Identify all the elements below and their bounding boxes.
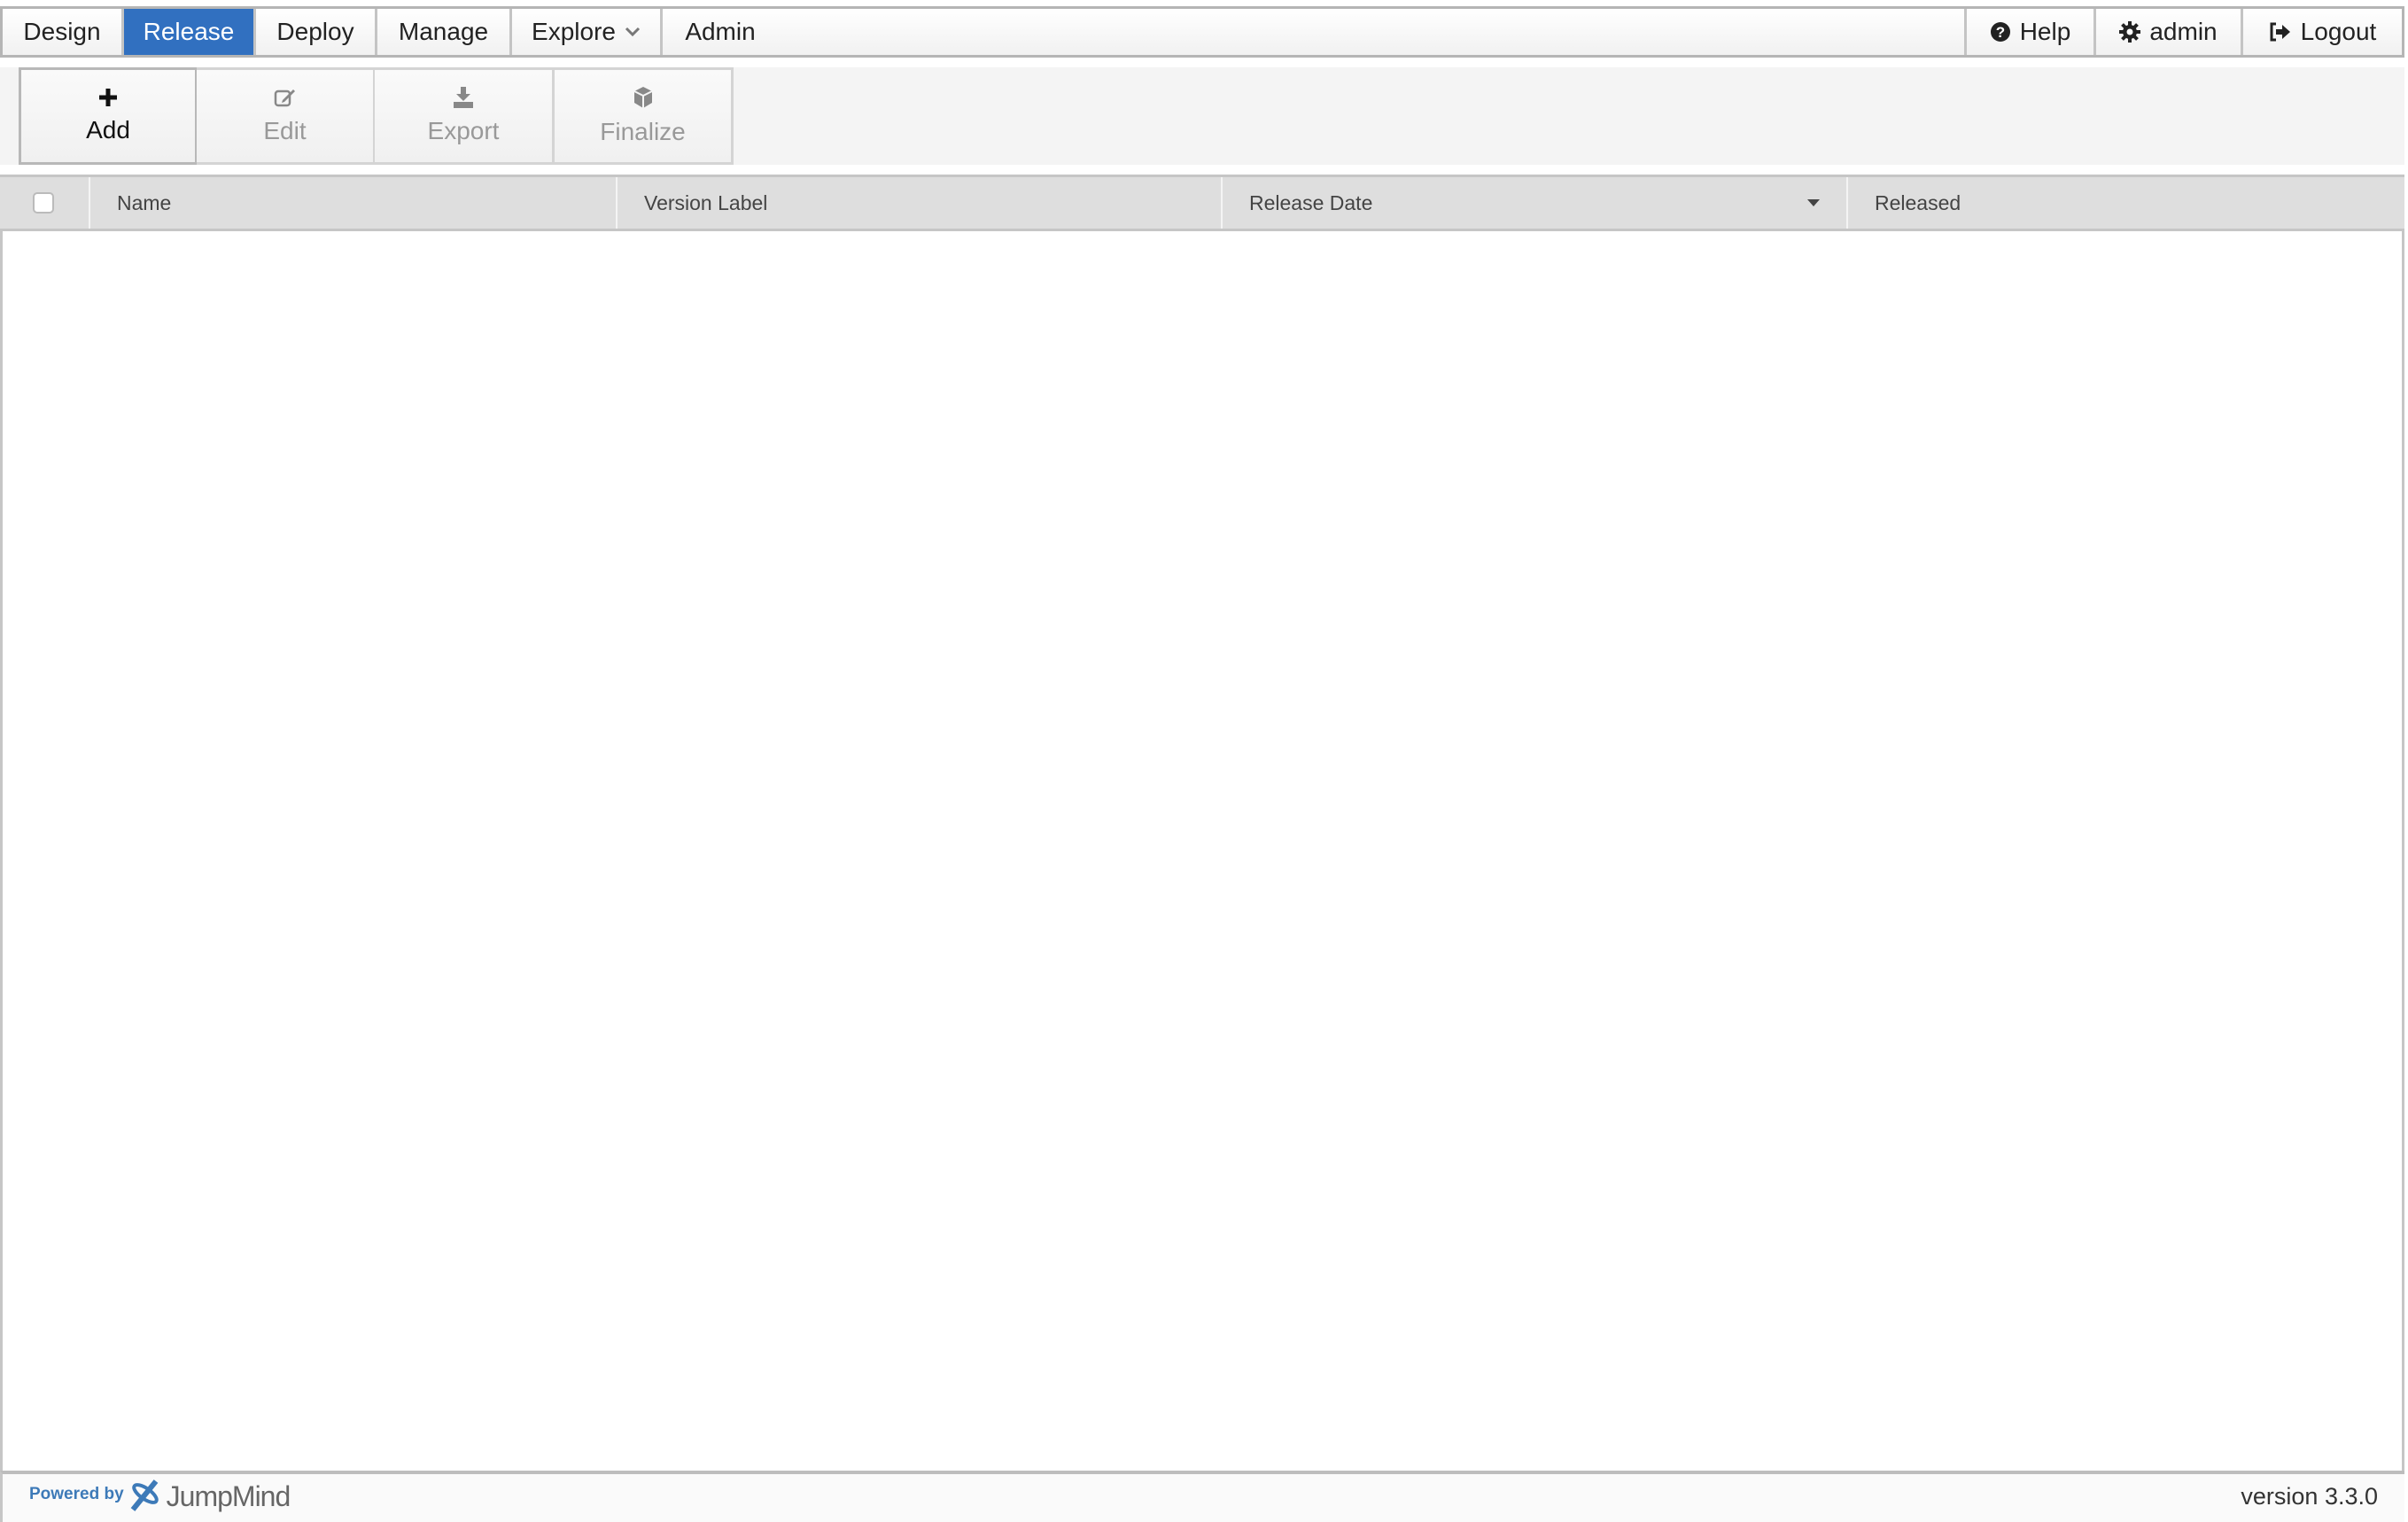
select-all-checkbox-cell [0,177,89,229]
cube-icon [633,87,652,108]
tab-manage[interactable]: Manage [377,9,512,55]
column-name[interactable]: Name [89,177,616,229]
tab-explore[interactable]: Explore [512,9,663,55]
tab-design[interactable]: Design [3,9,124,55]
tab-release[interactable]: Release [124,9,256,55]
jumpmind-logo-icon [130,1479,159,1511]
edit-button[interactable]: Edit [197,67,376,165]
question-circle-icon: ? [1990,22,2010,42]
help-button[interactable]: ? Help [1967,9,2096,55]
plus-icon [99,89,117,106]
tab-deploy[interactable]: Deploy [256,9,377,55]
sign-out-icon [2270,22,2290,42]
download-icon [454,87,473,108]
toolbar: Add Edit Export Finalize [0,67,2404,165]
add-button[interactable]: Add [19,67,198,165]
select-all-checkbox[interactable] [33,192,54,214]
logout-button[interactable]: Logout [2243,9,2402,55]
table-header: Name Version Label Release Date Released [0,175,2404,231]
chevron-down-icon [625,27,641,37]
column-version-label[interactable]: Version Label [616,177,1221,229]
tab-admin[interactable]: Admin [663,9,778,55]
column-release-date[interactable]: Release Date [1221,177,1846,229]
table-body [0,231,2404,1472]
sort-descending-icon [1807,199,1820,206]
edit-icon [274,89,295,107]
top-nav: Design Release Deploy Manage Explore Adm… [0,6,2404,58]
jumpmind-logo: Powered by JumpMind [29,1478,291,1513]
user-menu-button[interactable]: admin [2096,9,2243,55]
svg-text:?: ? [1996,24,2005,41]
gear-icon [2119,21,2141,43]
footer: Powered by JumpMind version 3.3.0 [0,1471,2404,1522]
version-label: version 3.3.0 [2241,1483,2378,1510]
column-released[interactable]: Released [1846,177,2404,229]
finalize-button[interactable]: Finalize [555,67,734,165]
export-button[interactable]: Export [375,67,555,165]
